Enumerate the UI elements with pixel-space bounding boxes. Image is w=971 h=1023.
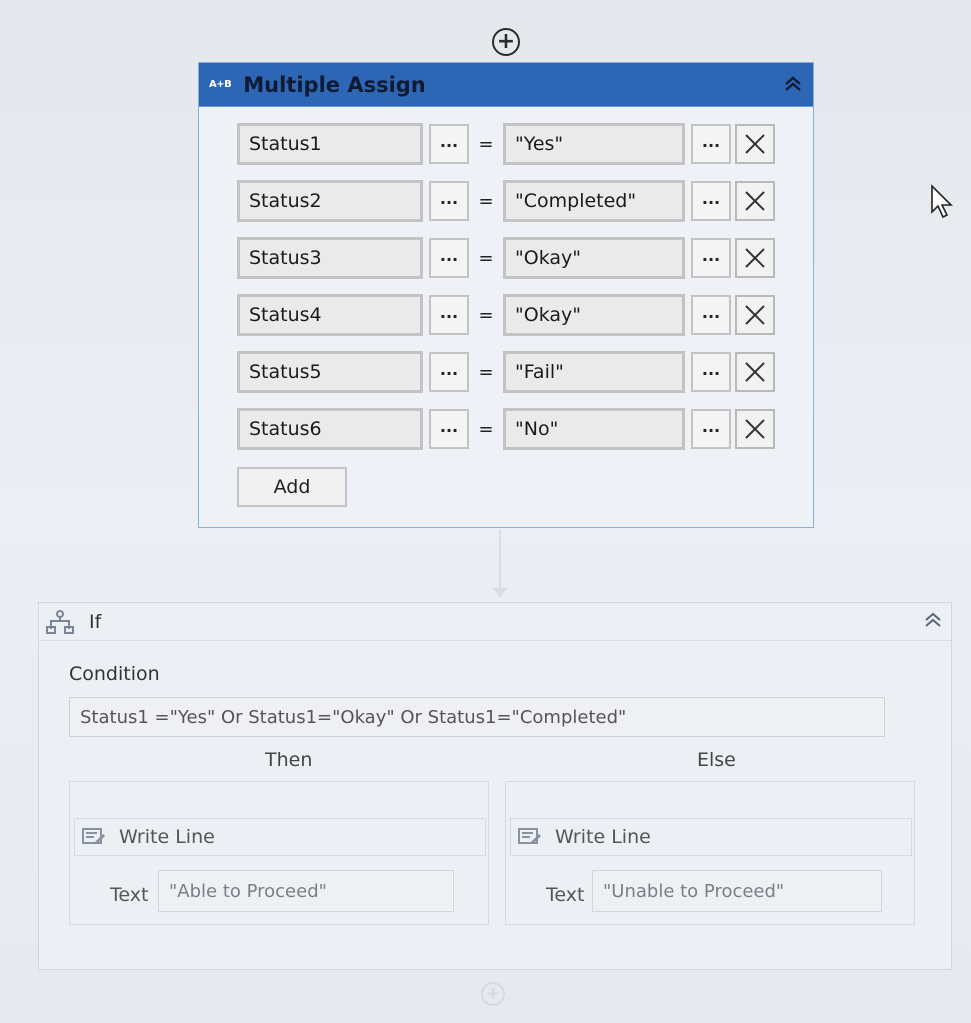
equals-sign: = <box>478 190 494 212</box>
equals-sign: = <box>478 133 494 155</box>
to-expression-button[interactable]: ... <box>429 352 469 392</box>
delete-row-button[interactable] <box>735 409 775 449</box>
close-icon <box>745 248 765 268</box>
close-icon <box>745 305 765 325</box>
value-expression-button[interactable]: ... <box>691 409 731 449</box>
text-input[interactable]: "Able to Proceed" <box>158 870 454 912</box>
assign-to-field[interactable]: Status2 <box>237 180 423 222</box>
write-line-title: Write Line <box>555 826 651 848</box>
assign-value-field[interactable]: "No" <box>503 408 685 450</box>
assign-value-field[interactable]: "Fail" <box>503 351 685 393</box>
to-expression-button[interactable]: ... <box>429 409 469 449</box>
delete-row-button[interactable] <box>735 181 775 221</box>
delete-row-button[interactable] <box>735 124 775 164</box>
assign-row: Status5 ... = "Fail" ... <box>237 351 775 393</box>
close-icon <box>745 191 765 211</box>
assign-value-field[interactable]: "Completed" <box>503 180 685 222</box>
value-expression-button[interactable]: ... <box>691 238 731 278</box>
add-activity-bottom-icon[interactable]: + <box>481 982 505 1006</box>
condition-input[interactable]: Status1 ="Yes" Or Status1="Okay" Or Stat… <box>69 697 885 737</box>
then-branch[interactable]: Write Line Text "Able to Proceed" <box>69 781 489 925</box>
equals-sign: = <box>478 247 494 269</box>
value-expression-button[interactable]: ... <box>691 295 731 335</box>
value-expression-button[interactable]: ... <box>691 352 731 392</box>
add-activity-top-icon[interactable]: + <box>492 28 520 56</box>
workflow-designer-canvas: + A+B Multiple Assign Status1 ... = "Yes… <box>0 0 971 1023</box>
equals-sign: = <box>478 418 494 440</box>
assign-to-field[interactable]: Status6 <box>237 408 423 450</box>
write-line-icon <box>518 828 541 844</box>
multiple-assign-header[interactable]: A+B Multiple Assign <box>199 63 813 107</box>
write-line-header[interactable]: Write Line <box>510 818 912 856</box>
assign-row: Status6 ... = "No" ... <box>237 408 775 450</box>
collapse-icon[interactable] <box>783 75 803 98</box>
else-label: Else <box>697 749 736 771</box>
if-activity[interactable]: If Condition Status1 ="Yes" Or Status1="… <box>38 602 952 970</box>
flow-connector-arrow <box>493 588 507 598</box>
else-branch[interactable]: Write Line Text "Unable to Proceed" <box>505 781 915 925</box>
assign-row: Status3 ... = "Okay" ... <box>237 237 775 279</box>
assign-row: Status1 ... = "Yes" ... <box>237 123 775 165</box>
to-expression-button[interactable]: ... <box>429 181 469 221</box>
equals-sign: = <box>478 304 494 326</box>
value-expression-button[interactable]: ... <box>691 124 731 164</box>
if-branch-icon <box>46 609 74 634</box>
to-expression-button[interactable]: ... <box>429 295 469 335</box>
assign-rows: Status1 ... = "Yes" ... Status2 ... = "C… <box>237 123 775 465</box>
flow-connector <box>499 530 501 590</box>
close-icon <box>745 134 765 154</box>
delete-row-button[interactable] <box>735 295 775 335</box>
write-line-icon <box>82 828 105 844</box>
write-line-header[interactable]: Write Line <box>74 818 486 856</box>
assign-value-field[interactable]: "Okay" <box>503 294 685 336</box>
mouse-pointer-icon <box>931 184 953 219</box>
assign-to-field[interactable]: Status1 <box>237 123 423 165</box>
equals-sign: = <box>478 361 494 383</box>
multiple-assign-title: Multiple Assign <box>243 72 426 97</box>
close-icon <box>745 362 765 382</box>
if-title: If <box>89 610 102 633</box>
assign-to-field[interactable]: Status4 <box>237 294 423 336</box>
assign-row: Status4 ... = "Okay" ... <box>237 294 775 336</box>
multiple-assign-activity[interactable]: A+B Multiple Assign Status1 ... = "Yes" … <box>198 62 814 528</box>
text-label: Text <box>546 884 585 906</box>
assign-icon: A+B <box>209 79 232 90</box>
text-input[interactable]: "Unable to Proceed" <box>592 870 882 912</box>
assign-row: Status2 ... = "Completed" ... <box>237 180 775 222</box>
close-icon <box>745 419 765 439</box>
assign-value-field[interactable]: "Okay" <box>503 237 685 279</box>
collapse-icon[interactable] <box>923 611 943 634</box>
condition-label: Condition <box>69 663 160 685</box>
to-expression-button[interactable]: ... <box>429 124 469 164</box>
if-header[interactable]: If <box>39 603 951 641</box>
delete-row-button[interactable] <box>735 352 775 392</box>
to-expression-button[interactable]: ... <box>429 238 469 278</box>
assign-to-field[interactable]: Status3 <box>237 237 423 279</box>
assign-to-field[interactable]: Status5 <box>237 351 423 393</box>
then-label: Then <box>265 749 313 771</box>
add-row-button[interactable]: Add <box>237 467 347 507</box>
text-label: Text <box>110 884 149 906</box>
delete-row-button[interactable] <box>735 238 775 278</box>
write-line-title: Write Line <box>119 826 215 848</box>
value-expression-button[interactable]: ... <box>691 181 731 221</box>
assign-value-field[interactable]: "Yes" <box>503 123 685 165</box>
